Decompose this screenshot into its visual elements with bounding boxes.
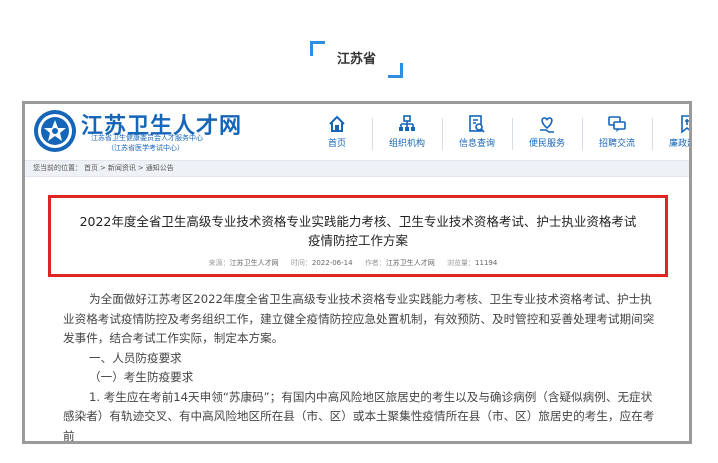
breadcrumb-bar: 您当前的位置： 首页 > 新闻资讯 > 通知公告: [25, 160, 689, 177]
nav-item-recruitment[interactable]: 招聘交流: [587, 114, 647, 154]
meta-author-label: 作者：: [364, 259, 386, 267]
meta-source: 江苏卫生人才网: [229, 259, 279, 267]
breadcrumb-link-home[interactable]: 首页: [84, 164, 98, 172]
breadcrumb-prefix: 您当前的位置：: [33, 164, 82, 172]
nav-label: 招聘交流: [598, 139, 635, 149]
nav-divider: [652, 118, 653, 150]
nav-divider: [372, 118, 373, 150]
breadcrumb: 您当前的位置： 首页 > 新闻资讯 > 通知公告: [33, 161, 176, 176]
article-header-highlight: 2022年度全省卫生高级专业技术资格专业实践能力考核、卫生专业技术资格考试、护士…: [48, 195, 668, 277]
article-paragraph: 1. 考生应在考前14天申领“苏康码”；有国内中高风险地区旅居史的考生以及与确诊…: [63, 389, 655, 443]
subsection-heading: （一）考生防疫要求: [89, 370, 194, 384]
nav-label: 信息查询: [458, 139, 495, 149]
site-header: 江苏卫生人才网 江苏省卫生健康委员会人才服务中心 （江苏省医学考试中心） 首页: [25, 104, 689, 160]
nav-divider: [582, 118, 583, 150]
meta-source-label: 来源：: [208, 259, 230, 267]
meta-views-label: 浏览量：: [447, 259, 476, 267]
home-icon: [329, 115, 345, 132]
nav-label: 廉政建设: [668, 139, 689, 149]
webpage-screenshot: 江苏卫生人才网 江苏省卫生健康委员会人才服务中心 （江苏省医学考试中心） 首页: [22, 101, 692, 444]
nav-divider: [512, 118, 513, 150]
breadcrumb-link-notices[interactable]: 通知公告: [146, 164, 174, 172]
nav-item-home[interactable]: 首页: [307, 114, 367, 154]
nav-item-organization[interactable]: 组织机构: [377, 114, 437, 154]
province-tag: 江苏省: [310, 41, 403, 78]
article-title-line: 疫情防控工作方案: [307, 233, 408, 248]
article-body: 为全面做好江苏考区2022年度全省卫生高级专业技术资格专业实践能力考核、卫生专业…: [63, 290, 655, 443]
nav-item-integrity[interactable]: 廉政建设: [657, 114, 689, 154]
article-paragraph: 为全面做好江苏考区2022年度全省卫生高级专业技术资格专业实践能力考核、卫生专业…: [63, 292, 655, 345]
nav-divider: [442, 118, 443, 150]
org-chart-icon: [399, 115, 415, 131]
article-title: 2022年度全省卫生高级专业技术资格专业实践能力考核、卫生专业技术资格考试、护士…: [61, 212, 655, 250]
meta-time: 2022-06-14: [311, 259, 353, 267]
tag-label: 江苏省: [336, 52, 376, 67]
article-title-line: 2022年度全省卫生高级专业技术资格专业实践能力考核、卫生专业技术资格考试、护士…: [79, 214, 637, 229]
meta-views: 11194: [475, 259, 498, 267]
emblem-icon[interactable]: [33, 109, 77, 153]
nav-label: 便民服务: [528, 139, 565, 149]
nav-label: 组织机构: [388, 139, 425, 149]
section-heading: 一、人员防疫要求: [89, 350, 182, 365]
article-meta: 来源：江苏卫生人才网 时间：2022-06-14 作者：江苏卫生人才网 浏览量：…: [51, 258, 665, 268]
site-subtitle: 江苏省卫生健康委员会人才服务中心: [91, 134, 203, 142]
breadcrumb-link-news[interactable]: 新闻资讯: [108, 164, 136, 172]
meta-author: 江苏卫生人才网: [385, 259, 435, 267]
nav-item-info-query[interactable]: 信息查询: [447, 114, 507, 154]
search-doc-icon: [469, 115, 485, 133]
breadcrumb-separator: >: [100, 164, 106, 172]
site-subtitle-2: （江苏省医学考试中心）: [107, 144, 184, 152]
nav-item-services[interactable]: 便民服务: [517, 114, 577, 154]
bookmark-icon: [681, 115, 689, 134]
breadcrumb-separator: >: [137, 164, 144, 172]
meta-time-label: 时间：: [290, 259, 312, 267]
heart-hand-icon: [540, 117, 554, 133]
nav-label: 首页: [327, 139, 346, 149]
chat-icon: [608, 116, 626, 132]
